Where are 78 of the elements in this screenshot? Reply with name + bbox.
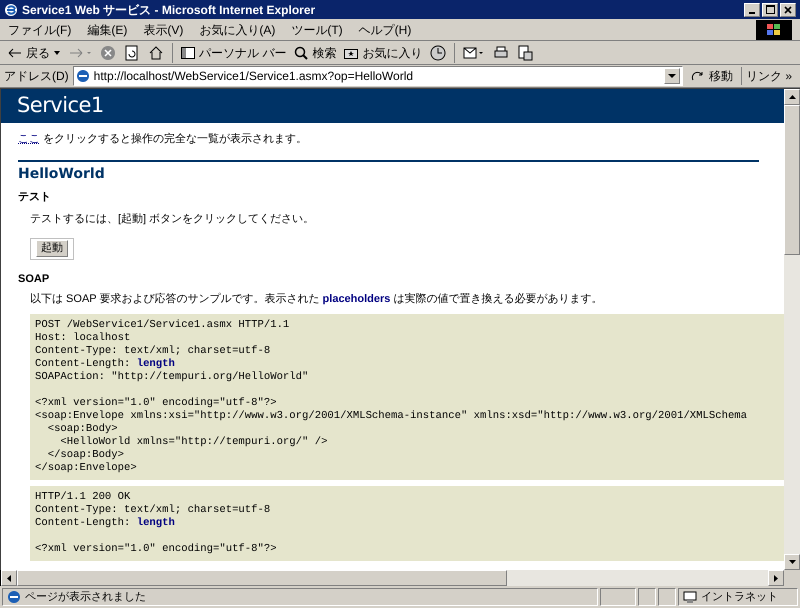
menu-item[interactable]: 表示(V) — [143, 20, 184, 38]
address-label: アドレス(D) — [4, 68, 69, 85]
caret-icon — [668, 74, 676, 78]
edit-icon[interactable] — [517, 44, 534, 60]
security-zone: イントラネット — [701, 590, 778, 605]
intranet-icon — [683, 590, 697, 604]
vertical-scrollbar[interactable] — [784, 89, 800, 570]
back-button[interactable]: 戻る — [8, 44, 60, 62]
menu-item[interactable]: お気に入り(A) — [199, 20, 276, 38]
star-folder-icon — [344, 46, 358, 58]
code-line: Content-Length: length — [35, 358, 176, 370]
code-line: HTTP/1.1 200 OK — [35, 490, 132, 504]
minimize-icon — [749, 12, 755, 14]
page-icon — [76, 69, 90, 83]
code-line: </soap:Body> — [46, 448, 126, 462]
invoke-button[interactable]: 起動 — [36, 240, 68, 257]
soap-heading: SOAP — [18, 272, 50, 286]
history-icon[interactable] — [430, 44, 446, 60]
status-panel — [658, 588, 676, 606]
service-title: Service1 — [17, 92, 104, 120]
refresh-icon[interactable] — [124, 44, 140, 60]
left-arrow-icon — [7, 574, 11, 582]
intro-text: ここ をクリックすると操作の完全な一覧が表示されます。 — [18, 132, 308, 147]
maximize-button[interactable] — [762, 2, 778, 16]
minimize-button[interactable] — [744, 2, 760, 16]
menu-item[interactable]: ツール(T) — [291, 20, 343, 38]
code-line: SOAPAction: "http://tempuri.org/HelloWorld" — [35, 370, 310, 384]
scrollbar-thumb[interactable] — [784, 104, 800, 254]
menu-item[interactable]: ヘルプ(H) — [358, 20, 412, 38]
code-line: <soap:Envelope xmlns:xsi="http://www.w3.org/2001/XMLSchema-instance" xmlns:xsd="http://www.w3.org/2001/XMLSchema — [35, 410, 748, 422]
flag-logo-icon — [767, 24, 781, 36]
mail-icon[interactable] — [463, 44, 486, 60]
address-field[interactable]: http://localhost/WebService1/Service1.asmx?op=HelloWorld — [72, 66, 683, 86]
go-button[interactable]: 移動 — [686, 67, 737, 85]
personal-bar-button[interactable]: パーソナル バー — [181, 44, 286, 62]
close-button[interactable] — [780, 2, 796, 16]
code-line: Content-Type: text/xml; charset=utf-8 — [35, 504, 272, 516]
stop-icon[interactable] — [100, 44, 116, 60]
panel-icon — [181, 46, 195, 58]
caret-icon — [54, 50, 60, 54]
up-arrow-icon — [788, 95, 796, 99]
search-icon — [294, 46, 308, 60]
favorites-button[interactable]: お気に入り — [344, 44, 422, 62]
dropdown-button[interactable] — [664, 68, 680, 84]
code-line: </soap:Envelope> — [35, 462, 138, 474]
code-line: <?xml version="1.0" encoding="utf-8"?> — [35, 396, 278, 410]
home-icon[interactable] — [148, 44, 164, 60]
horizontal-scrollbar[interactable] — [0, 570, 800, 586]
right-arrow-icon — [774, 574, 778, 582]
back-arrow-icon — [8, 48, 22, 58]
here-link[interactable]: ここ — [18, 133, 40, 145]
test-heading: テスト — [18, 190, 52, 204]
code-line: <?xml version="1.0" encoding="utf-8"?> — [35, 542, 278, 556]
code-line: Host: localhost — [35, 332, 132, 344]
go-arrow-icon — [690, 70, 705, 82]
links-button[interactable]: リンク » — [740, 67, 796, 85]
scrollbar-thumb[interactable] — [17, 570, 507, 586]
test-instructions: テストするには、[起動] ボタンをクリックしてください。 — [30, 212, 316, 227]
code-line: <soap:Body> — [46, 422, 119, 436]
page-icon — [7, 590, 21, 604]
down-arrow-icon — [788, 560, 796, 564]
status-panel — [600, 588, 636, 606]
browser-icon — [4, 2, 18, 16]
maximize-icon — [766, 5, 774, 14]
close-icon — [784, 6, 792, 14]
code-line: <HelloWorld xmlns="http://tempuri.org/" /> — [59, 436, 328, 448]
code-line: Content-Type: text/xml; charset=utf-8 — [35, 344, 272, 358]
code-line: Content-Length: length — [35, 516, 176, 530]
menu-item[interactable]: 編集(E) — [87, 20, 128, 38]
status-panel — [638, 588, 656, 606]
menu-item[interactable]: ファイル(F) — [8, 20, 72, 38]
search-button[interactable]: 検索 — [294, 44, 336, 62]
operation-heading: HelloWorld — [18, 164, 106, 184]
print-icon[interactable] — [493, 44, 510, 60]
code-line: POST /WebService1/Service1.asmx HTTP/1.1 — [35, 318, 290, 332]
window-title: Service1 Web サービス - Microsoft Internet Explorer — [22, 2, 316, 18]
soap-description: 以下は SOAP 要求および応答のサンプルです。表示された placeholders は実際の値で置き換える必要があります。 — [30, 292, 604, 307]
status-text: ページが表示されました — [25, 590, 146, 605]
